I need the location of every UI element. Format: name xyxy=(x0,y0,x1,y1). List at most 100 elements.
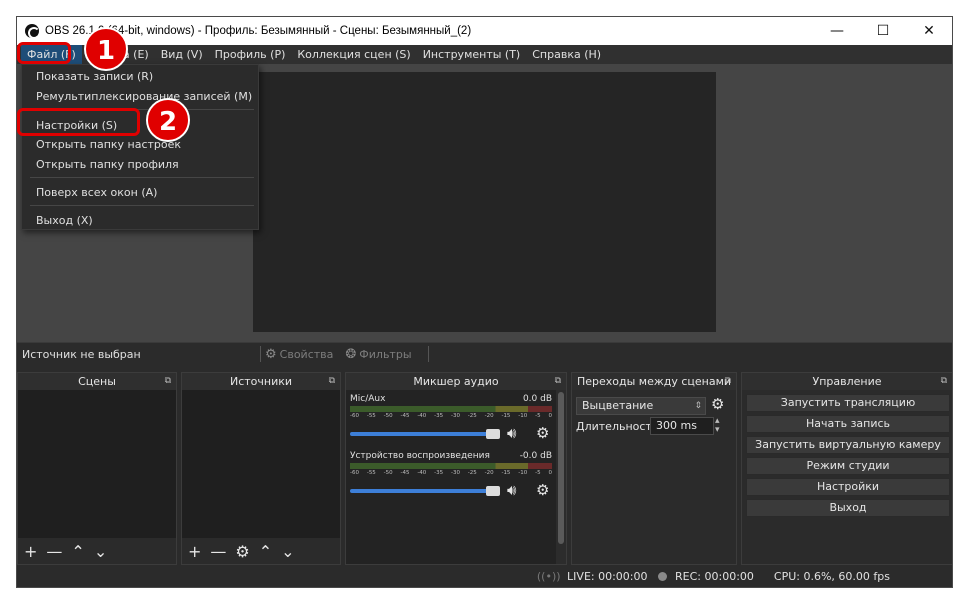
menu-help[interactable]: Справка (H) xyxy=(526,45,607,64)
menu-scene-collection[interactable]: Коллекция сцен (S) xyxy=(291,45,416,64)
meter-ticks: -60 -55 -50 -45 -40 -35 -30 -25 -20 -15 … xyxy=(350,470,552,478)
status-bar: ((•)) LIVE: 00:00:00 REC: 00:00:00 CPU: … xyxy=(17,565,952,587)
tick-label: 0 xyxy=(548,413,552,419)
cpu-status: CPU: 0.6%, 60.00 fps xyxy=(773,569,890,583)
tick-label: -10 xyxy=(518,413,528,419)
start-virtual-camera-button[interactable]: Запустить виртуальную камеру xyxy=(746,436,950,454)
properties-button[interactable]: ⚙ Свойства xyxy=(265,347,333,362)
menu-tools[interactable]: Инструменты (T) xyxy=(417,45,527,64)
speaker-icon[interactable]: 🔊︎ xyxy=(507,481,516,499)
source-toolbar: Источник не выбран ⚙ Свойства ❂ Фильтры xyxy=(17,342,952,365)
tick-label: -20 xyxy=(484,470,494,476)
highlight-settings-item xyxy=(17,108,140,136)
highlight-file-menu xyxy=(17,42,71,64)
move-down-icon[interactable]: ⌄ xyxy=(281,542,294,561)
undock-icon[interactable]: ⧉ xyxy=(555,373,561,390)
step-badge-2: 2 xyxy=(146,98,190,142)
tick-label: -40 xyxy=(417,470,427,476)
remove-icon[interactable]: — xyxy=(210,542,226,561)
gear-icon[interactable]: ⚙ xyxy=(536,424,549,442)
mixer-scrollbar[interactable] xyxy=(556,390,566,564)
start-streaming-button[interactable]: Запустить трансляцию xyxy=(746,394,950,412)
undock-icon[interactable]: ⧉ xyxy=(725,373,731,390)
tick-label: -15 xyxy=(501,413,511,419)
duration-label: Длительность xyxy=(576,420,659,433)
start-recording-button[interactable]: Начать запись xyxy=(746,415,950,433)
transition-selected: Выцветание xyxy=(582,399,654,412)
menu-item-exit[interactable]: Выход (X) xyxy=(36,214,93,227)
tick-label: -55 xyxy=(366,470,376,476)
sources-list[interactable] xyxy=(182,390,340,538)
add-icon[interactable]: + xyxy=(24,542,37,561)
volume-meter xyxy=(350,406,552,412)
gear-icon[interactable]: ⚙ xyxy=(536,481,549,499)
properties-label: Свойства xyxy=(279,347,334,361)
sources-footer: + — ⚙ ⌃ ⌄ xyxy=(182,538,340,564)
rec-status: REC: 00:00:00 xyxy=(657,570,754,583)
menu-item-open-profile-folder[interactable]: Открыть папку профиля xyxy=(36,158,179,171)
settings-button[interactable]: Настройки xyxy=(746,478,950,496)
remove-icon[interactable]: — xyxy=(46,542,62,561)
audio-mixer-dock: Микшер аудио ⧉ Mic/Aux 0.0 dB -60 -55 -5… xyxy=(345,372,567,565)
tick-label: -60 xyxy=(350,413,359,419)
duration-input[interactable]: 300 ms xyxy=(650,417,714,435)
exit-button[interactable]: Выход xyxy=(746,499,950,517)
volume-fader-handle[interactable] xyxy=(486,486,500,496)
filters-button[interactable]: ❂ Фильтры xyxy=(345,347,411,362)
mixer-title: Микшер аудио xyxy=(413,375,499,388)
undock-icon[interactable]: ⧉ xyxy=(329,373,335,390)
volume-fader-handle[interactable] xyxy=(486,429,500,439)
channel-db: -0.0 dB xyxy=(519,451,552,461)
tick-label: 0 xyxy=(548,470,552,476)
volume-fader[interactable] xyxy=(350,489,500,493)
tick-label: -30 xyxy=(450,470,460,476)
transition-select[interactable]: Выцветание ⇕ xyxy=(576,397,706,415)
filter-icon: ❂ xyxy=(345,346,357,362)
step-badge-1: 1 xyxy=(84,27,128,71)
menu-profile[interactable]: Профиль (P) xyxy=(209,45,292,64)
close-button[interactable]: ✕ xyxy=(906,17,952,45)
menu-item-remux[interactable]: Ремультиплексирование записей (M) xyxy=(36,90,252,103)
volume-fader[interactable] xyxy=(350,432,500,436)
tick-label: -45 xyxy=(400,413,410,419)
tick-label: -40 xyxy=(417,413,427,419)
tick-label: -55 xyxy=(366,413,376,419)
live-time: LIVE: 00:00:00 xyxy=(567,569,648,583)
move-up-icon[interactable]: ⌃ xyxy=(71,542,84,561)
meter-ticks: -60 -55 -50 -45 -40 -35 -30 -25 -20 -15 … xyxy=(350,413,552,421)
record-dot-icon xyxy=(657,571,667,581)
sources-header: Источники ⧉ xyxy=(182,373,340,390)
gear-icon: ⚙ xyxy=(265,346,277,362)
menu-item-show-recordings[interactable]: Показать записи (R) xyxy=(36,70,153,83)
scenes-header: Сцены ⧉ xyxy=(18,373,176,390)
tick-label: -30 xyxy=(450,413,460,419)
title-bar: OBS 26.1.0 (64-bit, windows) - Профиль: … xyxy=(17,17,952,45)
scenes-title: Сцены xyxy=(78,375,116,388)
gear-icon[interactable]: ⚙ xyxy=(711,395,724,413)
mixer-channel: Устройство воспроизведения -0.0 dB -60 -… xyxy=(350,451,552,503)
move-up-icon[interactable]: ⌃ xyxy=(259,542,272,561)
scrollbar-thumb[interactable] xyxy=(558,392,564,544)
undock-icon[interactable]: ⧉ xyxy=(941,373,947,390)
preview-canvas[interactable] xyxy=(253,72,716,332)
menu-item-always-on-top[interactable]: Поверх всех окон (A) xyxy=(36,186,157,199)
scenes-list[interactable] xyxy=(18,390,176,538)
spinner-icon: ⇕ xyxy=(694,401,702,411)
tick-label: -45 xyxy=(400,470,410,476)
menu-view[interactable]: Вид (V) xyxy=(155,45,209,64)
duration-spinner-icon[interactable]: ▴ ▾ xyxy=(715,417,720,435)
gear-icon[interactable]: ⚙ xyxy=(235,542,249,561)
maximize-button[interactable]: ☐ xyxy=(860,17,906,45)
channel-name: Устройство воспроизведения xyxy=(350,451,490,461)
speaker-icon[interactable]: 🔊︎ xyxy=(507,424,516,442)
volume-meter xyxy=(350,463,552,469)
tick-label: -10 xyxy=(518,470,528,476)
undock-icon[interactable]: ⧉ xyxy=(165,373,171,390)
minimize-button[interactable]: — xyxy=(814,17,860,45)
transitions-title: Переходы между сценами xyxy=(576,375,732,388)
studio-mode-button[interactable]: Режим студии xyxy=(746,457,950,475)
add-icon[interactable]: + xyxy=(188,542,201,561)
broadcast-icon: ((•)) xyxy=(536,569,561,583)
scenes-footer: + — ⌃ ⌄ xyxy=(18,538,176,564)
move-down-icon[interactable]: ⌄ xyxy=(94,542,107,561)
